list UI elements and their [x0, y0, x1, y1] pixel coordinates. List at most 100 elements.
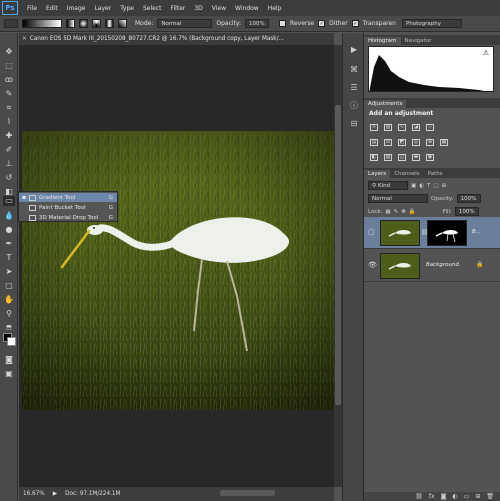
new-adjustment-layer-icon[interactable]: ◐ — [452, 493, 457, 500]
layer-row-background[interactable]: 👁 Background 🔒 — [364, 250, 500, 282]
info-panel-icon[interactable]: ⓘ — [348, 101, 360, 111]
background-color-swatch[interactable] — [7, 337, 16, 346]
add-mask-icon[interactable]: ◙ — [441, 493, 447, 500]
flyout-item-paint-bucket-tool[interactable]: Paint Bucket Tool G — [19, 203, 117, 212]
filter-smart-object-icon[interactable]: ⊞ — [442, 183, 447, 189]
quick-mask-icon[interactable]: ◙ — [3, 355, 15, 365]
photo-canvas[interactable] — [22, 131, 336, 410]
visibility-toggle[interactable]: ▢ — [368, 228, 376, 236]
gradient-tool-icon[interactable]: ▭ — [3, 196, 15, 206]
menu-view[interactable]: View — [212, 5, 226, 12]
reflected-gradient-button[interactable] — [105, 19, 114, 28]
brightness-contrast-icon[interactable]: ☼ — [370, 124, 378, 131]
dither-checkbox[interactable]: ✓ — [318, 20, 326, 27]
path-selection-tool-icon[interactable]: ➤ — [3, 267, 15, 277]
document-tab[interactable]: ✕ Canon EOS 5D Mark III_20150208_80727.C… — [19, 33, 334, 45]
tab-layers[interactable]: Layers — [364, 170, 391, 178]
hand-tool-icon[interactable]: ✋ — [3, 295, 15, 305]
filter-adjustment-icon[interactable]: ◐ — [419, 183, 424, 189]
eye-icon[interactable]: 👁 — [368, 261, 377, 269]
menu-3d[interactable]: 3D — [194, 5, 202, 12]
marquee-tool-icon[interactable]: ⬚ — [3, 61, 15, 71]
healing-brush-tool-icon[interactable]: ✚ — [3, 131, 15, 141]
photo-filter-icon[interactable]: ◎ — [412, 139, 420, 146]
radial-gradient-button[interactable] — [79, 19, 88, 28]
tab-paths[interactable]: Paths — [424, 170, 447, 178]
lock-all-icon[interactable]: 🔒 — [409, 209, 416, 215]
mode-select[interactable]: Normal — [157, 19, 213, 28]
flyout-item-gradient-tool[interactable]: ▪ Gradient Tool G — [19, 193, 117, 202]
link-layers-icon[interactable]: ⛓ — [415, 493, 423, 500]
warning-icon[interactable]: ⚠ — [483, 49, 489, 57]
horizontal-scroll-thumb[interactable] — [220, 490, 275, 496]
new-layer-icon[interactable]: ⊞ — [475, 493, 480, 500]
clone-stamp-tool-icon[interactable]: ⊥ — [3, 159, 15, 169]
menu-layer[interactable]: Layer — [94, 5, 111, 12]
screen-mode-icon[interactable]: ▣ — [3, 369, 15, 379]
pen-tool-icon[interactable]: ✒ — [3, 239, 15, 249]
kind-filter-select[interactable]: ⚲ Kind — [368, 181, 408, 190]
brush-tool-icon[interactable]: ✐ — [3, 145, 15, 155]
new-group-icon[interactable]: ▭ — [464, 493, 470, 500]
menu-edit[interactable]: Edit — [46, 5, 58, 12]
lasso-tool-icon[interactable]: ꝏ — [3, 75, 15, 85]
lock-transparency-icon[interactable]: ▦ — [385, 209, 390, 215]
layer-name[interactable]: B... — [472, 229, 481, 235]
flyout-item-3d-material-drop-tool[interactable]: 3D Material Drop Tool G — [19, 213, 117, 222]
diamond-gradient-button[interactable] — [118, 19, 127, 28]
filter-type-icon[interactable]: T — [427, 183, 430, 189]
black-white-icon[interactable]: ◩ — [398, 139, 406, 146]
blend-mode-select[interactable]: Normal — [368, 194, 428, 203]
exposure-icon[interactable]: ◪ — [412, 124, 420, 131]
tab-adjustments[interactable]: Adjustments — [364, 100, 407, 108]
menu-image[interactable]: Image — [67, 5, 86, 12]
layer-row-background-copy[interactable]: ▢ ⛓ B... — [364, 217, 500, 249]
trash-icon[interactable]: 🗑 — [486, 493, 494, 500]
angle-gradient-button[interactable] — [92, 19, 101, 28]
vibrance-icon[interactable]: ▽ — [426, 124, 434, 131]
reverse-checkbox[interactable] — [279, 20, 287, 27]
invert-icon[interactable]: ◧ — [370, 154, 378, 161]
gradient-picker[interactable] — [22, 19, 62, 28]
move-tool-icon[interactable]: ✥ — [3, 47, 15, 57]
zoom-level[interactable]: 16.67% — [23, 491, 45, 497]
selective-color-icon[interactable]: ◉ — [426, 154, 434, 161]
layer-thumbnail[interactable] — [380, 253, 420, 279]
history-brush-tool-icon[interactable]: ↺ — [3, 173, 15, 183]
menu-help[interactable]: Help — [268, 5, 282, 12]
filter-pixel-icon[interactable]: ▣ — [411, 183, 416, 189]
quick-select-tool-icon[interactable]: ✎ — [3, 89, 15, 99]
layer-opacity-input[interactable]: 100% — [456, 194, 481, 203]
default-colors-icon[interactable]: ⬒ — [3, 323, 15, 333]
layer-name[interactable]: Background — [426, 262, 459, 268]
type-tool-icon[interactable]: T — [3, 253, 15, 263]
opacity-input[interactable]: 100% — [245, 19, 270, 28]
tab-channels[interactable]: Channels — [390, 170, 423, 178]
lock-position-icon[interactable]: ✥ — [401, 209, 406, 215]
color-lookup-icon[interactable]: ▦ — [440, 139, 448, 146]
eyedropper-tool-icon[interactable]: ⌇ — [3, 117, 15, 127]
threshold-icon[interactable]: ◫ — [398, 154, 406, 161]
play-icon[interactable]: ▶ — [348, 45, 360, 55]
history-panel-icon[interactable]: ⌘ — [348, 65, 360, 75]
workspace-select[interactable]: Photography — [401, 19, 462, 28]
menu-select[interactable]: Select — [143, 5, 162, 12]
tool-preset-picker[interactable] — [4, 19, 18, 28]
layer-mask-thumbnail[interactable] — [427, 220, 467, 246]
crop-tool-icon[interactable]: ⌗ — [3, 103, 15, 113]
dodge-tool-icon[interactable]: ● — [3, 225, 15, 235]
actions-panel-icon[interactable]: ☰ — [348, 83, 360, 93]
fx-icon[interactable]: fx — [429, 493, 435, 500]
tab-navigator[interactable]: Navigator — [401, 37, 436, 45]
transparency-checkbox[interactable]: ✓ — [351, 20, 359, 27]
vertical-scroll-thumb[interactable] — [335, 105, 341, 405]
curves-icon[interactable]: ∿ — [398, 124, 406, 131]
menu-window[interactable]: Window — [235, 5, 259, 12]
rectangle-tool-icon[interactable]: ▢ — [3, 281, 15, 291]
menu-type[interactable]: Type — [120, 5, 134, 12]
fill-input[interactable]: 100% — [454, 207, 479, 216]
posterize-icon[interactable]: ▧ — [384, 154, 392, 161]
hue-saturation-icon[interactable]: ▤ — [370, 139, 378, 146]
menu-file[interactable]: File — [27, 5, 37, 12]
status-arrow-icon[interactable]: ▶ — [53, 491, 57, 497]
